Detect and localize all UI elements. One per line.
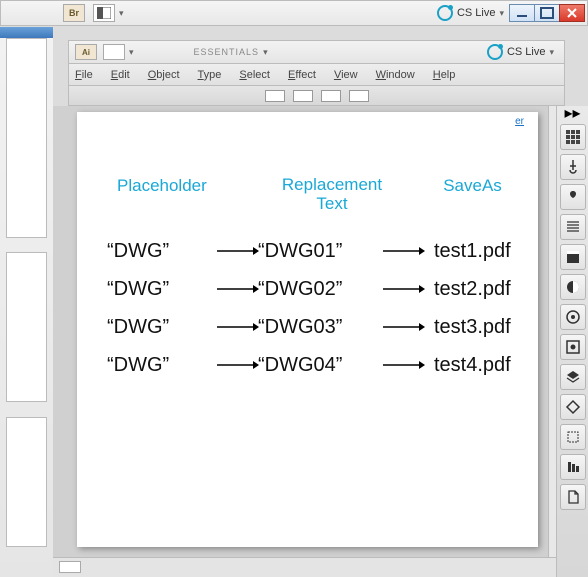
cell-placeholder: “DWG” xyxy=(107,354,217,377)
panel-document-icon[interactable] xyxy=(560,484,586,510)
mapping-rows: “DWG” “DWG01” test1.pdf “DWG” “DWG02” te… xyxy=(77,232,538,384)
inner-cs-live-icon xyxy=(487,44,503,60)
bridge-icon[interactable]: Br xyxy=(63,4,85,22)
toolbar-swatch[interactable] xyxy=(293,90,313,102)
panel-appearance-icon[interactable] xyxy=(560,304,586,330)
menu-file[interactable]: File xyxy=(75,69,93,81)
panel-gradient-icon[interactable] xyxy=(560,244,586,270)
left-panel-1[interactable] xyxy=(6,38,47,238)
panel-artboards-icon[interactable] xyxy=(560,394,586,420)
menu-effect[interactable]: Effect xyxy=(288,69,316,81)
maximize-button[interactable] xyxy=(534,4,560,22)
table-row: “DWG” “DWG03” test3.pdf xyxy=(77,308,538,346)
cell-placeholder: “DWG” xyxy=(107,316,217,339)
left-dock-header[interactable] xyxy=(0,27,53,38)
status-zoom-box[interactable] xyxy=(59,561,81,573)
panel-align-icon[interactable] xyxy=(560,454,586,480)
header-saveas: SaveAs xyxy=(407,176,538,213)
panel-brushes-icon[interactable] xyxy=(560,154,586,180)
panel-transparency-icon[interactable] xyxy=(560,274,586,300)
arrow-icon xyxy=(215,359,260,371)
window-controls xyxy=(510,4,585,22)
workspace-dropdown-icon[interactable]: ▾ xyxy=(263,47,268,58)
arrow-icon xyxy=(215,321,260,333)
cs-live-button[interactable]: CS Live ▾ xyxy=(437,5,504,21)
menu-type[interactable]: Type xyxy=(198,69,222,81)
workspace-label[interactable]: ESSENTIALS xyxy=(194,47,260,57)
control-toolbar xyxy=(68,86,565,106)
cropped-link[interactable]: er xyxy=(515,116,524,127)
status-bar xyxy=(53,557,556,577)
inner-cs-live-label: CS Live xyxy=(507,46,546,58)
cell-placeholder: “DWG” xyxy=(107,240,217,263)
arrow-icon xyxy=(381,359,426,371)
menu-help[interactable]: Help xyxy=(433,69,456,81)
panel-grid-icon[interactable] xyxy=(560,124,586,150)
cell-placeholder: “DWG” xyxy=(107,278,217,301)
table-row: “DWG” “DWG02” test2.pdf xyxy=(77,270,538,308)
menu-select[interactable]: Select xyxy=(239,69,270,81)
inner-cs-live-button[interactable]: CS Live ▾ xyxy=(487,44,554,60)
vertical-scrollbar[interactable] xyxy=(548,106,556,557)
menu-object[interactable]: Object xyxy=(148,69,180,81)
inner-window-titlebar: Ai ▾ ESSENTIALS ▾ CS Live ▾ xyxy=(68,40,565,64)
menu-view[interactable]: View xyxy=(334,69,358,81)
arrow-icon xyxy=(381,283,426,295)
panel-graphic-styles-icon[interactable] xyxy=(560,334,586,360)
toolbar-swatch[interactable] xyxy=(349,90,369,102)
left-panel-2[interactable] xyxy=(6,252,47,402)
panel-symbols-icon[interactable] xyxy=(560,184,586,210)
arrow-icon xyxy=(215,283,260,295)
inner-cs-live-dropdown-icon: ▾ xyxy=(549,47,554,58)
left-dock xyxy=(0,27,53,577)
minimize-button[interactable] xyxy=(509,4,535,22)
toolbar-swatch[interactable] xyxy=(265,90,285,102)
right-dock: ▸▸ xyxy=(556,106,588,577)
panel-stroke-icon[interactable] xyxy=(560,214,586,240)
cell-saveas: test3.pdf xyxy=(434,316,511,339)
panel-layers-icon[interactable] xyxy=(560,364,586,390)
outer-window-titlebar: Br ▾ CS Live ▾ xyxy=(0,0,588,26)
cell-saveas: test1.pdf xyxy=(434,240,511,263)
canvas-area[interactable]: er Placeholder ReplacementText SaveAs “D… xyxy=(53,106,556,557)
arrow-icon xyxy=(215,245,260,257)
inner-layout-button[interactable] xyxy=(103,44,125,60)
panel-crop-icon[interactable] xyxy=(560,424,586,450)
table-row: “DWG” “DWG01” test1.pdf xyxy=(77,232,538,270)
dock-collapse-icon[interactable]: ▸▸ xyxy=(568,108,578,118)
header-placeholder: Placeholder xyxy=(117,176,257,213)
menu-bar: File Edit Object Type Select Effect View… xyxy=(68,64,565,86)
menu-window[interactable]: Window xyxy=(376,69,415,81)
close-button[interactable] xyxy=(559,4,585,22)
artboard: er Placeholder ReplacementText SaveAs “D… xyxy=(77,112,538,547)
inner-layout-dropdown-icon[interactable]: ▾ xyxy=(129,47,134,58)
left-panel-3[interactable] xyxy=(6,417,47,547)
menu-edit[interactable]: Edit xyxy=(111,69,130,81)
column-headers: Placeholder ReplacementText SaveAs xyxy=(77,176,538,213)
cell-saveas: test2.pdf xyxy=(434,278,511,301)
app-icon[interactable]: Ai xyxy=(75,44,97,60)
cs-live-dropdown-icon: ▾ xyxy=(499,8,504,19)
arrow-icon xyxy=(381,245,426,257)
cs-live-icon xyxy=(437,5,453,21)
cell-replacement: “DWG02” xyxy=(258,278,383,301)
header-replacement: ReplacementText xyxy=(257,176,407,213)
cell-saveas: test4.pdf xyxy=(434,354,511,377)
table-row: “DWG” “DWG04” test4.pdf xyxy=(77,346,538,384)
layout-switcher-button[interactable] xyxy=(93,4,115,22)
cs-live-label: CS Live xyxy=(457,7,496,19)
cell-replacement: “DWG04” xyxy=(258,354,383,377)
toolbar-swatch[interactable] xyxy=(321,90,341,102)
cell-replacement: “DWG03” xyxy=(258,316,383,339)
arrow-icon xyxy=(381,321,426,333)
layout-dropdown-arrow-icon[interactable]: ▾ xyxy=(119,8,124,19)
cell-replacement: “DWG01” xyxy=(258,240,383,263)
